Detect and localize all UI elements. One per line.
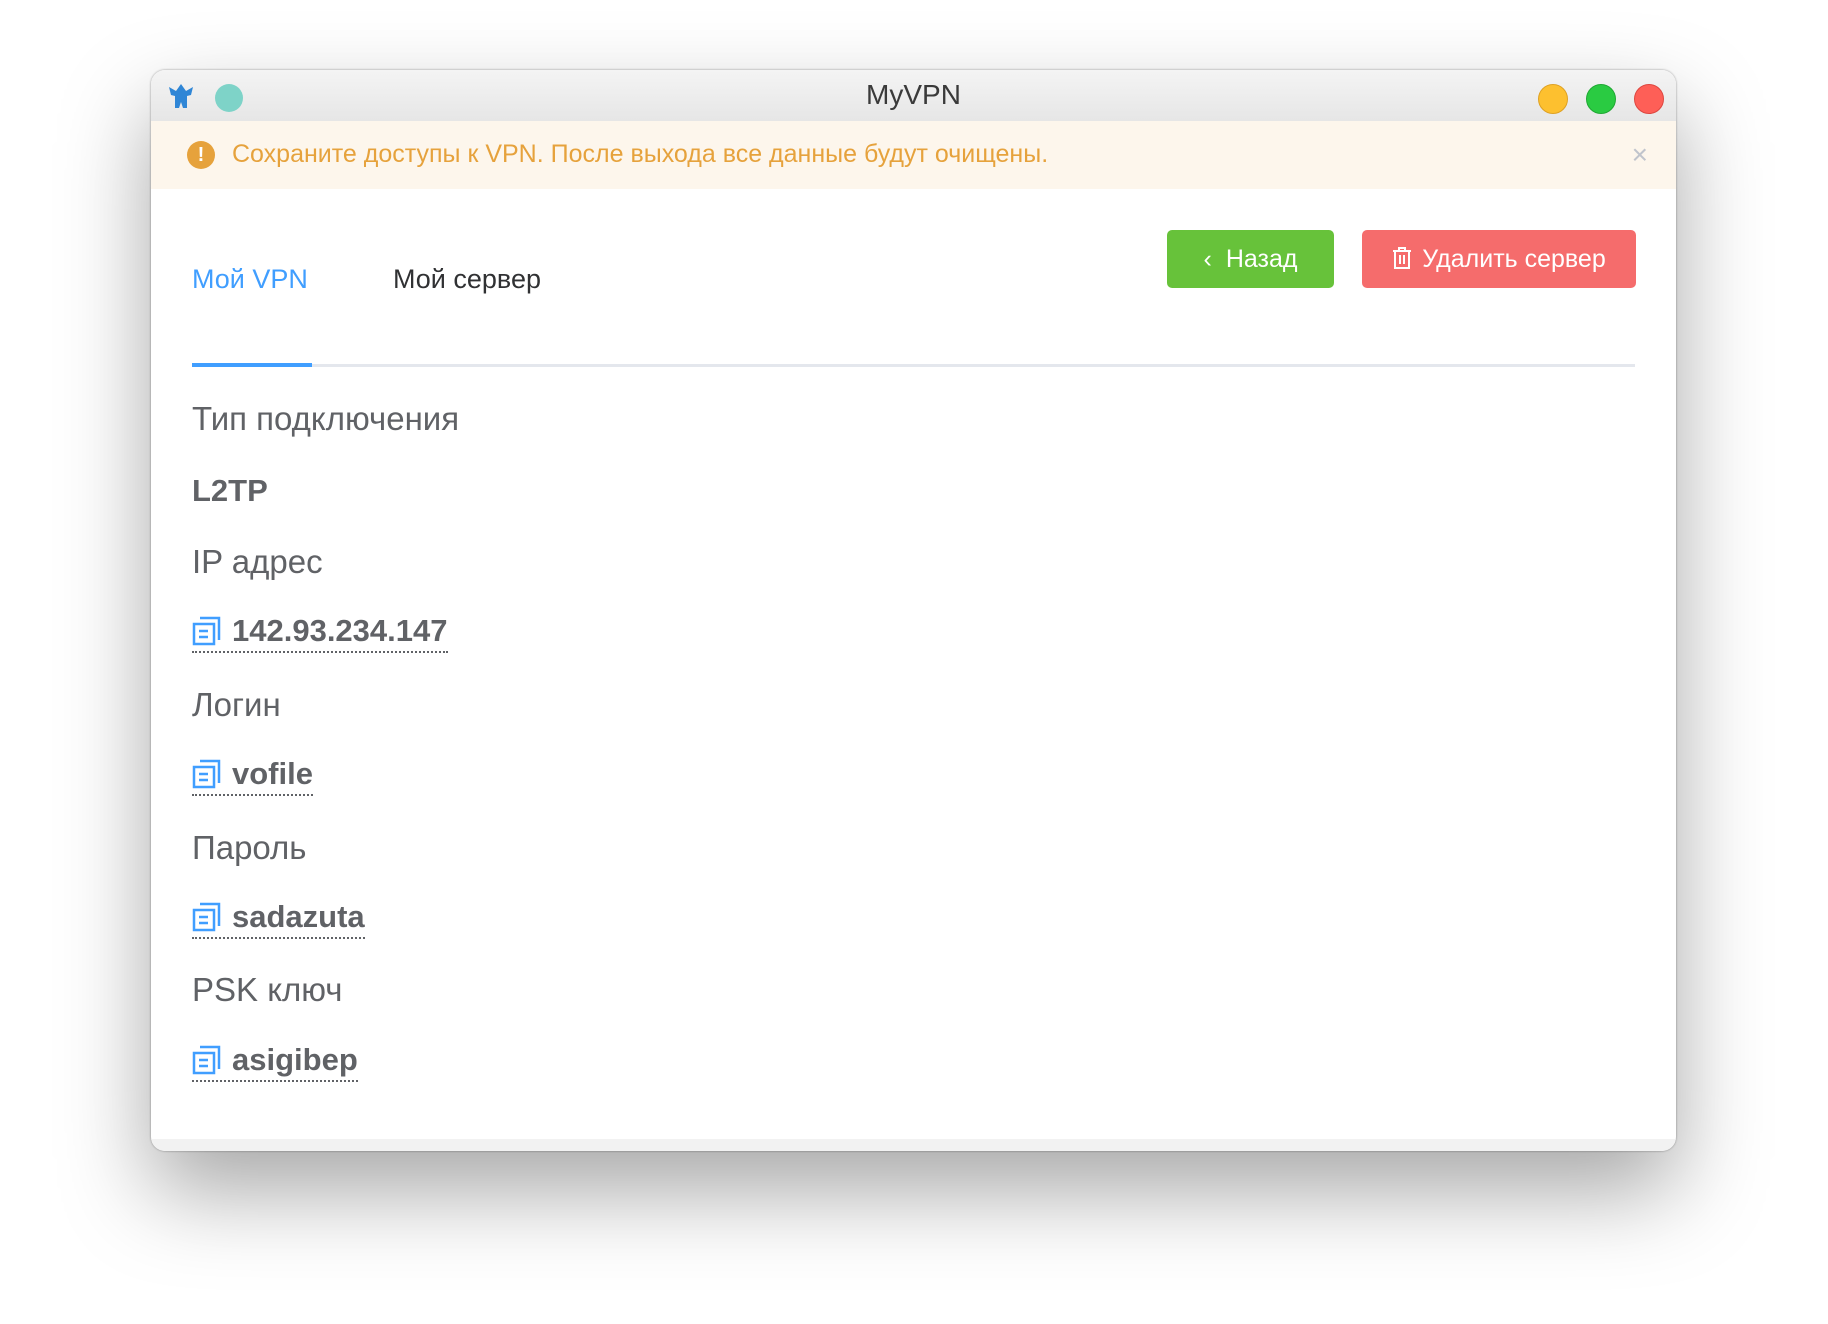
tab-bar: Мой VPN Мой сервер (192, 260, 1635, 367)
password-copy-value[interactable]: sadazuta (192, 899, 365, 939)
copy-icon (192, 1045, 221, 1075)
banner-text: Сохраните доступы к VPN. После выхода вс… (232, 140, 1049, 168)
maximize-button[interactable] (1586, 84, 1616, 114)
psk-copy-value[interactable]: asigibep (192, 1042, 358, 1082)
password-label: Пароль (192, 829, 307, 866)
warning-banner: ! Сохраните доступы к VPN. После выхода … (151, 121, 1676, 189)
tab-my-server[interactable]: Мой сервер (393, 264, 541, 295)
title-bar: MyVPN (151, 70, 1676, 121)
connection-type-label: Тип подключения (192, 400, 460, 437)
password-value: sadazuta (232, 899, 365, 934)
copy-icon (192, 616, 221, 646)
psk-value: asigibep (232, 1042, 358, 1077)
copy-icon (192, 902, 221, 932)
minimize-button[interactable] (1538, 84, 1568, 114)
connection-type-value: L2TP (192, 473, 268, 508)
login-label: Логин (192, 686, 281, 723)
active-tab-indicator (192, 363, 312, 367)
login-value: vofile (232, 756, 313, 791)
ip-value: 142.93.234.147 (232, 613, 448, 648)
ip-copy-value[interactable]: 142.93.234.147 (192, 613, 448, 653)
close-button[interactable] (1634, 84, 1664, 114)
warning-icon: ! (187, 141, 215, 169)
login-copy-value[interactable]: vofile (192, 756, 313, 796)
tab-my-vpn[interactable]: Мой VPN (192, 264, 308, 295)
ip-label: IP адрес (192, 543, 323, 580)
window-title: MyVPN (866, 79, 961, 110)
psk-label: PSK ключ (192, 971, 343, 1008)
banner-close-icon[interactable]: × (1632, 139, 1648, 171)
tab-divider (192, 364, 1635, 367)
app-window: MyVPN ! Сохраните доступы к VPN. После в… (151, 70, 1676, 1151)
copy-icon (192, 759, 221, 789)
window-footer (151, 1139, 1676, 1151)
